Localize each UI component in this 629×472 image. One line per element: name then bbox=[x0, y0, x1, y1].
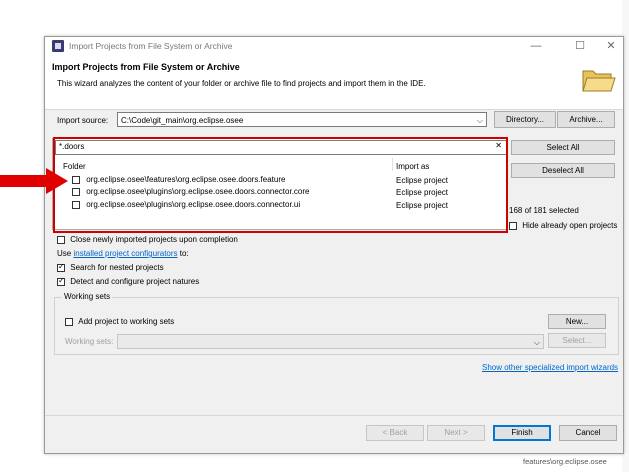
title-bar: Import Projects from File System or Arch… bbox=[45, 37, 623, 57]
select-working-sets-button[interactable]: Select... bbox=[548, 333, 606, 348]
close-projects-label: Close newly imported projects upon compl… bbox=[70, 235, 238, 244]
close-projects-option[interactable]: Close newly imported projects upon compl… bbox=[57, 235, 238, 244]
highlight-box bbox=[53, 137, 508, 233]
window-title: Import Projects from File System or Arch… bbox=[69, 41, 233, 51]
working-sets-label: Working sets: bbox=[65, 337, 114, 346]
add-to-working-sets-checkbox[interactable] bbox=[65, 317, 73, 326]
new-working-set-button[interactable]: New... bbox=[548, 314, 606, 329]
import-source-value: C:\Code\git_main\org.eclipse.osee bbox=[121, 116, 244, 125]
search-nested-label: Search for nested projects bbox=[70, 263, 164, 272]
detect-natures-option[interactable]: Detect and configure project natures bbox=[57, 276, 200, 286]
chevron-down-icon[interactable]: ⌵ bbox=[534, 335, 540, 350]
back-button[interactable]: < Back bbox=[366, 425, 424, 441]
add-to-working-sets-option[interactable]: Add project to working sets bbox=[65, 317, 174, 326]
background-left-strip bbox=[0, 0, 44, 472]
minimize-button[interactable]: — bbox=[525, 39, 547, 54]
footer-separator bbox=[45, 415, 623, 416]
hide-open-projects-checkbox[interactable] bbox=[509, 221, 517, 230]
finish-button[interactable]: Finish bbox=[493, 425, 551, 441]
import-source-label: Import source: bbox=[57, 116, 109, 125]
working-sets-group-label: Working sets bbox=[62, 292, 113, 301]
installed-configurators-link[interactable]: installed project configurators bbox=[73, 249, 177, 258]
hide-open-projects-label: Hide already open projects bbox=[522, 221, 618, 230]
detect-natures-label: Detect and configure project natures bbox=[70, 277, 200, 286]
import-source-combo[interactable]: C:\Code\git_main\org.eclipse.osee ⌵ bbox=[117, 112, 487, 127]
search-nested-option[interactable]: Search for nested projects bbox=[57, 262, 164, 272]
archive-button[interactable]: Archive... bbox=[557, 111, 615, 128]
search-nested-checkbox[interactable] bbox=[57, 262, 65, 272]
wizard-description: This wizard analyzes the content of your… bbox=[57, 79, 426, 88]
wizard-title: Import Projects from File System or Arch… bbox=[52, 62, 240, 72]
hide-open-projects-option[interactable]: Hide already open projects bbox=[509, 221, 617, 230]
selection-count: 168 of 181 selected bbox=[509, 206, 579, 215]
deselect-all-button[interactable]: Deselect All bbox=[511, 163, 615, 178]
use-prefix: Use bbox=[57, 249, 72, 258]
select-all-button[interactable]: Select All bbox=[511, 140, 615, 155]
close-projects-checkbox[interactable] bbox=[57, 235, 65, 244]
wizard-header: Import Projects from File System or Arch… bbox=[45, 57, 623, 110]
show-other-wizards-link[interactable]: Show other specialized import wizards bbox=[482, 363, 618, 372]
chevron-down-icon[interactable]: ⌵ bbox=[477, 113, 483, 128]
working-sets-combo[interactable]: ⌵ bbox=[117, 334, 544, 349]
import-dialog: Import Projects from File System or Arch… bbox=[44, 36, 624, 454]
red-arrow-icon bbox=[0, 168, 68, 194]
directory-button[interactable]: Directory... bbox=[494, 111, 556, 128]
cancel-button[interactable]: Cancel bbox=[559, 425, 617, 441]
use-suffix: to: bbox=[179, 249, 189, 258]
add-to-working-sets-label: Add project to working sets bbox=[78, 317, 175, 326]
close-button[interactable]: ✕ bbox=[600, 39, 622, 54]
configurators-line: Use installed project configurators to: bbox=[57, 249, 189, 258]
next-button[interactable]: Next > bbox=[427, 425, 485, 441]
background-text-fragment: features\org.eclipse.osee bbox=[523, 457, 607, 466]
eclipse-app-icon bbox=[52, 40, 64, 52]
maximize-button[interactable]: ☐ bbox=[569, 39, 591, 54]
detect-natures-checkbox[interactable] bbox=[57, 276, 65, 286]
folder-icon bbox=[582, 70, 616, 92]
